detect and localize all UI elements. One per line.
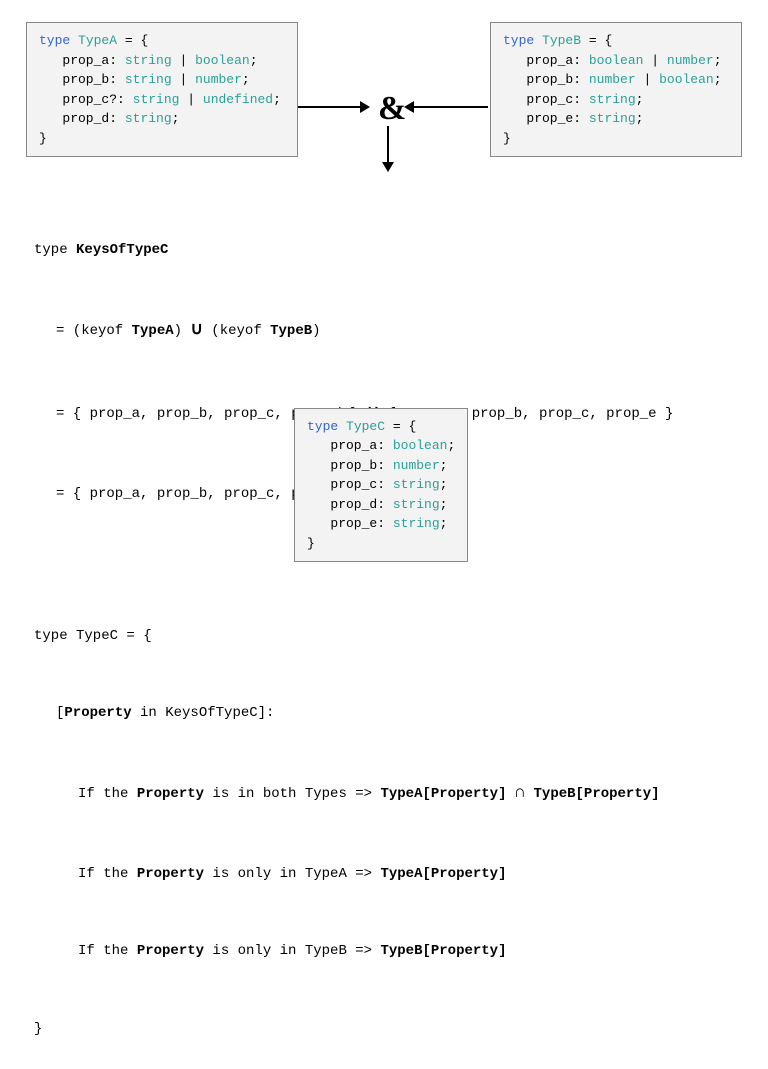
rule1-g: [525, 786, 533, 802]
rule3-prop: Property: [137, 943, 204, 959]
mapped-property: Property: [64, 705, 131, 721]
rule2-a: If the: [78, 866, 137, 882]
rule1-a: If the: [78, 786, 137, 802]
arrow-amp-down: [387, 126, 389, 174]
rule1-prop: Property: [137, 786, 204, 802]
rule1-h: TypeB[Property]: [534, 786, 660, 802]
rule1-e: [507, 786, 515, 802]
union-symbol-1: ∪: [190, 321, 202, 340]
keys-line2f: ): [312, 323, 320, 339]
typec-close-brace: }: [34, 1021, 42, 1037]
rule3-c: is only in TypeB =>: [204, 943, 380, 959]
rule3-a: If the: [78, 943, 137, 959]
rule2-d: TypeA[Property]: [380, 866, 506, 882]
intersection-symbol: ∩: [515, 784, 525, 803]
keys-line1-name: KeysOfTypeC: [76, 242, 168, 258]
rule2-prop: Property: [137, 866, 204, 882]
explanation-text: type KeysOfTypeC = (keyof TypeA) ∪ (keyo…: [34, 188, 734, 1069]
intersection-operator: &: [378, 90, 406, 128]
typec-open-line: type TypeC = {: [34, 628, 152, 644]
keys-line2c: ): [174, 323, 191, 339]
keys-line2-typeb: TypeB: [270, 323, 312, 339]
arrow-typeb-to-amp: [402, 106, 488, 108]
mapped-rest: in KeysOfTypeC]:: [132, 705, 275, 721]
keys-line2a: = (keyof: [56, 323, 132, 339]
keys-line1-a: type: [34, 242, 76, 258]
rule1-d: TypeA[Property]: [380, 786, 506, 802]
rule2-c: is only in TypeA =>: [204, 866, 380, 882]
mapped-bracket-open: [: [56, 705, 64, 721]
arrow-typea-to-amp: [298, 106, 372, 108]
typeb-definition-box: type TypeB = { prop_a: boolean | number;…: [490, 22, 742, 157]
typea-definition-box: type TypeA = { prop_a: string | boolean;…: [26, 22, 298, 157]
typec-result-box: type TypeC = { prop_a: boolean; prop_b: …: [294, 408, 468, 563]
keys-line2d: (keyof: [203, 323, 270, 339]
keys-line2-typea: TypeA: [132, 323, 174, 339]
rule1-c: is in both Types =>: [204, 786, 380, 802]
rule3-d: TypeB[Property]: [380, 943, 506, 959]
